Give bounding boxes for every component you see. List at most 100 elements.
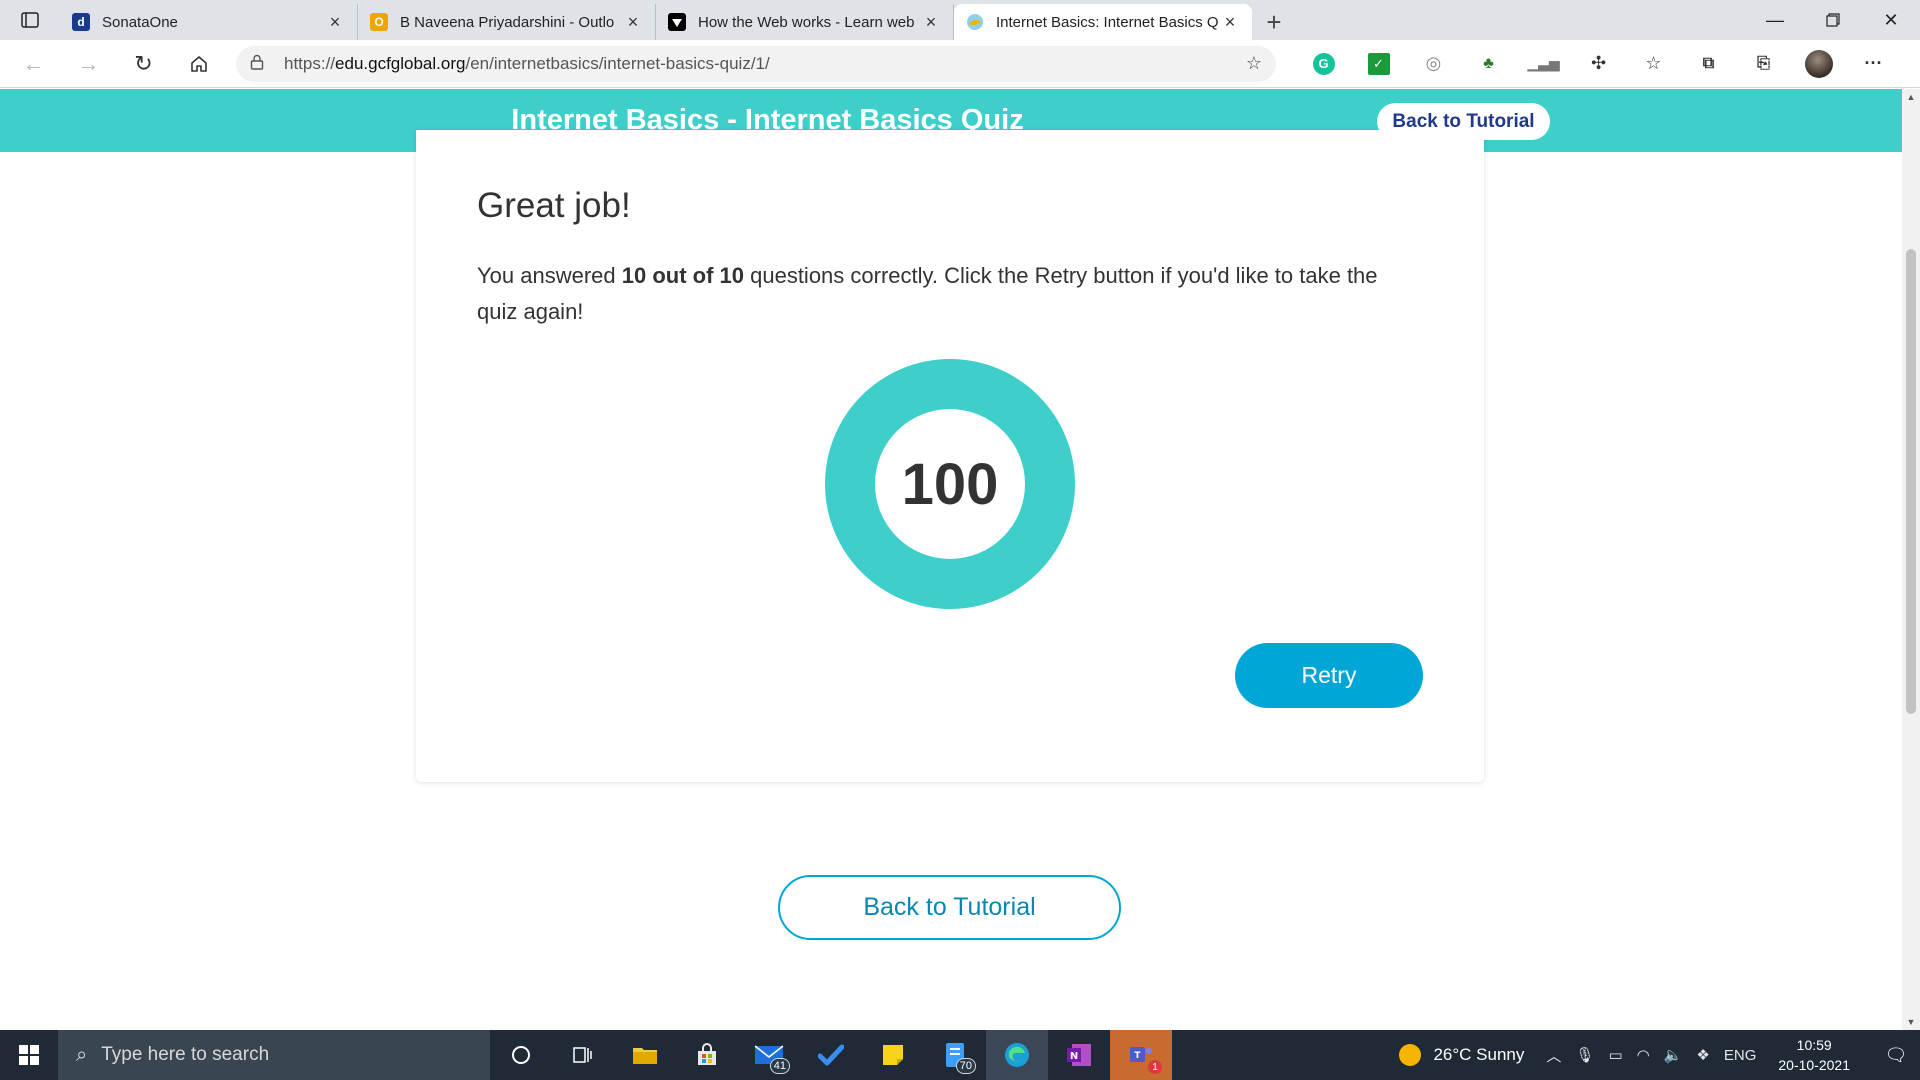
close-tab-icon[interactable]: × (1220, 12, 1240, 32)
new-tab-button[interactable]: + (1252, 4, 1296, 40)
html-tree-icon: ♣ (1483, 54, 1494, 72)
cortana-icon (512, 1046, 530, 1064)
notifications-icon[interactable]: 🗨 (1872, 1030, 1920, 1080)
share-icon: ⎘ (1757, 54, 1770, 72)
close-tab-icon[interactable]: × (921, 12, 941, 32)
files-app-button[interactable]: 70 (924, 1030, 986, 1080)
analytics-extension-button[interactable]: ▁▃▅ (1516, 40, 1571, 88)
file-explorer-button[interactable] (614, 1030, 676, 1080)
quiz-result-card: Great job! You answered 10 out of 10 que… (416, 130, 1484, 782)
onenote-icon: N (1067, 1044, 1091, 1066)
search-placeholder: Type here to search (101, 1044, 270, 1065)
taskbar-search-box[interactable]: ⌕ Type here to search (58, 1030, 490, 1080)
system-tray: 26°C Sunny ︿ 🎙 ▭ ◠ 🔈 ❖ ENG 10:59 20-10-2… (1399, 1030, 1920, 1080)
tab-actions-icon (21, 12, 39, 28)
files-badge: 70 (955, 1058, 976, 1074)
sonataone-favicon-icon: d (72, 13, 90, 31)
close-tab-icon[interactable]: × (325, 12, 345, 32)
url-text: https://edu.gcfglobal.org/en/internetbas… (284, 53, 770, 73)
score-value: 100 (875, 409, 1025, 559)
outlook-favicon-icon: O (370, 13, 388, 31)
settings-more-button[interactable]: ··· (1846, 40, 1901, 88)
folder-icon (633, 1048, 657, 1064)
svg-text:T: T (1134, 1051, 1141, 1061)
window-controls: — ✕ (1746, 0, 1920, 40)
weather-widget[interactable]: 26°C Sunny (1399, 1044, 1524, 1066)
tab-actions-button[interactable] (0, 0, 60, 40)
tab-title: How the Web works - Learn web (698, 13, 915, 31)
dropbox-icon[interactable]: ❖ (1696, 1046, 1709, 1064)
browser-tab-strip: d SonataOne × O B Naveena Priyadarshini … (0, 0, 1920, 40)
collections-button[interactable]: ⧉ (1681, 40, 1736, 88)
headphones-icon: ◎ (1425, 53, 1442, 73)
windows-taskbar: ⌕ Type here to search 41 70 N T 1 26°C S… (0, 1030, 1920, 1080)
restore-icon[interactable] (1804, 0, 1862, 40)
share-button[interactable]: ⎘ (1736, 40, 1791, 88)
battery-icon[interactable]: ▭ (1608, 1046, 1622, 1064)
start-button[interactable] (0, 1030, 58, 1080)
wifi-icon[interactable]: ◠ (1637, 1046, 1650, 1064)
back-icon[interactable]: ← (6, 40, 61, 88)
result-message: You answered 10 out of 10 questions corr… (477, 263, 1378, 324)
add-favorite-icon[interactable]: ☆ (1246, 53, 1262, 74)
tab-title: B Naveena Priyadarshini - Outlo (400, 13, 615, 31)
search-icon: ⌕ (76, 1043, 88, 1066)
cortana-button[interactable] (490, 1030, 552, 1080)
checkmark-icon: ✓ (1367, 52, 1390, 75)
minimize-icon[interactable]: — (1746, 0, 1804, 40)
teams-button[interactable]: T 1 (1110, 1030, 1172, 1080)
grammarly-extension-button[interactable]: G (1296, 40, 1351, 88)
header-back-to-tutorial-button[interactable]: Back to Tutorial (1377, 103, 1550, 140)
sticky-notes-button[interactable] (862, 1030, 924, 1080)
retry-button[interactable]: Retry (1235, 643, 1423, 708)
mail-button[interactable]: 41 (738, 1030, 800, 1080)
scroll-up-icon[interactable]: ▲ (1902, 89, 1920, 105)
edge-browser-button[interactable] (986, 1030, 1048, 1080)
back-to-tutorial-button[interactable]: Back to Tutorial (778, 875, 1121, 940)
teams-badge: 1 (1148, 1060, 1162, 1074)
clock-date: 20-10-2021 (1778, 1057, 1850, 1073)
svg-text:N: N (1070, 1051, 1078, 1062)
avatar (1804, 49, 1833, 78)
clock[interactable]: 10:59 20-10-2021 (1778, 1035, 1850, 1075)
todo-button[interactable] (800, 1030, 862, 1080)
language-indicator[interactable]: ENG (1724, 1047, 1757, 1064)
task-view-button[interactable] (552, 1030, 614, 1080)
onenote-button[interactable]: N (1048, 1030, 1110, 1080)
scroll-down-icon[interactable]: ▼ (1902, 1014, 1920, 1030)
task-view-icon (573, 1047, 592, 1063)
browser-tab-sonataone[interactable]: d SonataOne × (60, 4, 358, 40)
browser-tab-internet-basics[interactable]: Internet Basics: Internet Basics Q × (954, 4, 1252, 40)
page-scrollbar[interactable]: ▲ ▼ (1902, 89, 1920, 1030)
close-tab-icon[interactable]: × (623, 12, 643, 32)
checkmark-extension-button[interactable]: ✓ (1351, 40, 1406, 88)
mdn-favicon-icon (668, 13, 686, 31)
microphone-icon[interactable]: 🎙 (1575, 1046, 1594, 1064)
grammarly-icon: G (1312, 52, 1335, 75)
favorites-icon: ☆ (1645, 53, 1662, 73)
refresh-icon[interactable]: ↻ (116, 40, 171, 88)
forward-icon[interactable]: → (61, 40, 116, 88)
browser-tab-outlook[interactable]: O B Naveena Priyadarshini - Outlo × (358, 4, 656, 40)
scrollbar-thumb[interactable] (1906, 249, 1916, 714)
result-heading: Great job! (477, 186, 631, 225)
address-bar[interactable]: https://edu.gcfglobal.org/en/internetbas… (236, 45, 1276, 82)
volume-icon[interactable]: 🔈 (1664, 1046, 1683, 1064)
sticky-notes-icon (883, 1045, 903, 1065)
extensions-button[interactable]: ✣ (1571, 40, 1626, 88)
home-icon[interactable] (171, 40, 226, 88)
score-donut-chart: 100 (825, 359, 1075, 609)
tab-title: SonataOne (102, 13, 178, 31)
store-button[interactable] (676, 1030, 738, 1080)
headphones-extension-button[interactable]: ◎ (1406, 40, 1461, 88)
browser-toolbar: ← → ↻ https://edu.gcfglobal.org/en/inter… (0, 40, 1920, 88)
windows-logo-icon (19, 1045, 39, 1065)
lock-icon[interactable] (250, 54, 268, 73)
close-window-icon[interactable]: ✕ (1862, 0, 1920, 40)
favorites-button[interactable]: ☆ (1626, 40, 1681, 88)
store-icon (698, 1043, 716, 1065)
chevron-up-icon[interactable]: ︿ (1546, 1045, 1561, 1066)
html-extension-button[interactable]: ♣ (1461, 40, 1516, 88)
browser-tab-mdn[interactable]: How the Web works - Learn web × (656, 4, 954, 40)
profile-button[interactable] (1791, 40, 1846, 88)
